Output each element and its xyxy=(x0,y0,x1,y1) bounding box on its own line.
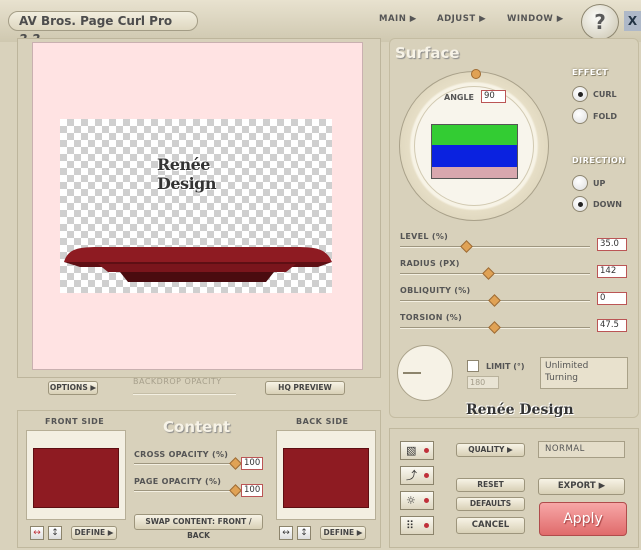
limit-input[interactable]: 180 xyxy=(467,376,499,389)
axis-tool-button[interactable]: ⤴ xyxy=(400,466,434,485)
menu-adjust[interactable]: ADJUST ▶ xyxy=(437,14,486,28)
defaults-button[interactable]: DEFAULTS xyxy=(456,497,525,511)
backdrop-opacity-slider[interactable] xyxy=(133,393,236,395)
grid-icon: ⠿ xyxy=(406,519,415,532)
sun-icon: ☼ xyxy=(406,494,416,507)
direction-up-radio[interactable] xyxy=(572,175,588,191)
backdrop-opacity-label: BACKDROP OPACITY xyxy=(133,377,222,386)
limit-checkbox[interactable] xyxy=(467,360,479,372)
app-title: AV Bros. Page Curl Pro 2.2 xyxy=(8,11,198,46)
cross-opacity-slider[interactable] xyxy=(134,463,238,465)
close-button[interactable]: X xyxy=(624,11,641,31)
limit-description: Unlimited Turning xyxy=(540,357,628,389)
grid-tool-button[interactable]: ⠿ xyxy=(400,516,434,535)
brand-logo: Renée Design xyxy=(466,402,574,418)
effect-label: EFFECT xyxy=(572,68,609,77)
page-opacity-label: PAGE OPACITY (%) xyxy=(134,477,222,486)
axis-icon: ⤴ xyxy=(406,469,417,482)
page-layout-tool-button[interactable]: ▧ xyxy=(400,441,434,460)
page-opacity-slider[interactable] xyxy=(134,490,238,492)
effect-curl-radio[interactable] xyxy=(572,86,588,102)
obliquity-value[interactable]: 0 xyxy=(597,292,627,305)
level-label: LEVEL (%) xyxy=(400,232,449,241)
swatch-band-blue xyxy=(432,145,517,167)
torsion-value[interactable]: 47.5 xyxy=(597,319,627,332)
apply-button[interactable]: Apply xyxy=(539,502,627,536)
menu-main[interactable]: MAIN ▶ xyxy=(379,14,417,28)
export-button[interactable]: EXPORT ▶ xyxy=(538,478,625,495)
swap-content-button[interactable]: SWAP CONTENT: FRONT / BACK xyxy=(134,514,263,540)
page-curl-shape xyxy=(64,247,332,282)
radius-label: RADIUS (PX) xyxy=(400,259,460,268)
limit-label: LIMIT (°) xyxy=(486,362,525,371)
page-opacity-value[interactable]: 100 xyxy=(241,484,263,497)
front-side-label: FRONT SIDE xyxy=(45,417,105,426)
back-flip-horizontal-button[interactable]: ↔ xyxy=(279,526,293,540)
light-tool-button[interactable]: ☼ xyxy=(400,491,434,510)
angle-input[interactable]: 90 xyxy=(481,90,506,103)
angle-knob[interactable] xyxy=(471,69,481,79)
content-title: Content xyxy=(163,418,231,436)
swatch-band-green xyxy=(432,125,517,145)
help-button[interactable]: ? xyxy=(581,4,619,40)
surface-swatch xyxy=(431,124,518,179)
back-define-button[interactable]: DEFINE ▶ xyxy=(320,526,366,540)
direction-down-radio[interactable] xyxy=(572,196,588,212)
front-flip-horizontal-button[interactable]: ↔ xyxy=(30,526,44,540)
options-button[interactable]: OPTIONS ▶ xyxy=(48,381,98,395)
effect-fold-radio[interactable] xyxy=(572,108,588,124)
preview-logo: Renée Design xyxy=(157,155,216,193)
app-name: AV Bros. Page Curl Pro xyxy=(19,14,173,28)
front-flip-vertical-button[interactable]: ↕ xyxy=(48,526,62,540)
back-side-swatch[interactable] xyxy=(283,448,369,508)
hq-preview-button[interactable]: HQ PREVIEW xyxy=(265,381,345,395)
cross-opacity-label: CROSS OPACITY (%) xyxy=(134,450,229,459)
obliquity-label: OBLIQUITY (%) xyxy=(400,286,471,295)
level-value[interactable]: 35.0 xyxy=(597,238,627,251)
back-flip-vertical-button[interactable]: ↕ xyxy=(297,526,311,540)
direction-label: DIRECTION xyxy=(572,156,626,165)
radius-value[interactable]: 142 xyxy=(597,265,627,278)
page-icon: ▧ xyxy=(406,444,417,457)
level-slider[interactable] xyxy=(400,246,590,248)
cross-opacity-value[interactable]: 100 xyxy=(241,457,263,470)
torsion-label: TORSION (%) xyxy=(400,313,463,322)
quality-value: NORMAL xyxy=(538,441,625,458)
surface-title: Surface xyxy=(395,44,460,62)
swatch-band-pink xyxy=(432,167,517,178)
direction-up-label: UP xyxy=(593,179,606,188)
effect-fold-label: FOLD xyxy=(593,112,618,121)
angle-label: ANGLE xyxy=(444,93,475,102)
quality-button[interactable]: QUALITY ▶ xyxy=(456,443,525,457)
menu-window[interactable]: WINDOW ▶ xyxy=(507,14,564,28)
back-side-label: BACK SIDE xyxy=(296,417,349,426)
direction-down-label: DOWN xyxy=(593,200,622,209)
limit-dial-pointer xyxy=(403,372,421,374)
cancel-button[interactable]: CANCEL xyxy=(456,517,525,534)
front-define-button[interactable]: DEFINE ▶ xyxy=(71,526,117,540)
effect-curl-label: CURL xyxy=(593,90,617,99)
reset-button[interactable]: RESET xyxy=(456,478,525,492)
front-side-swatch[interactable] xyxy=(33,448,119,508)
